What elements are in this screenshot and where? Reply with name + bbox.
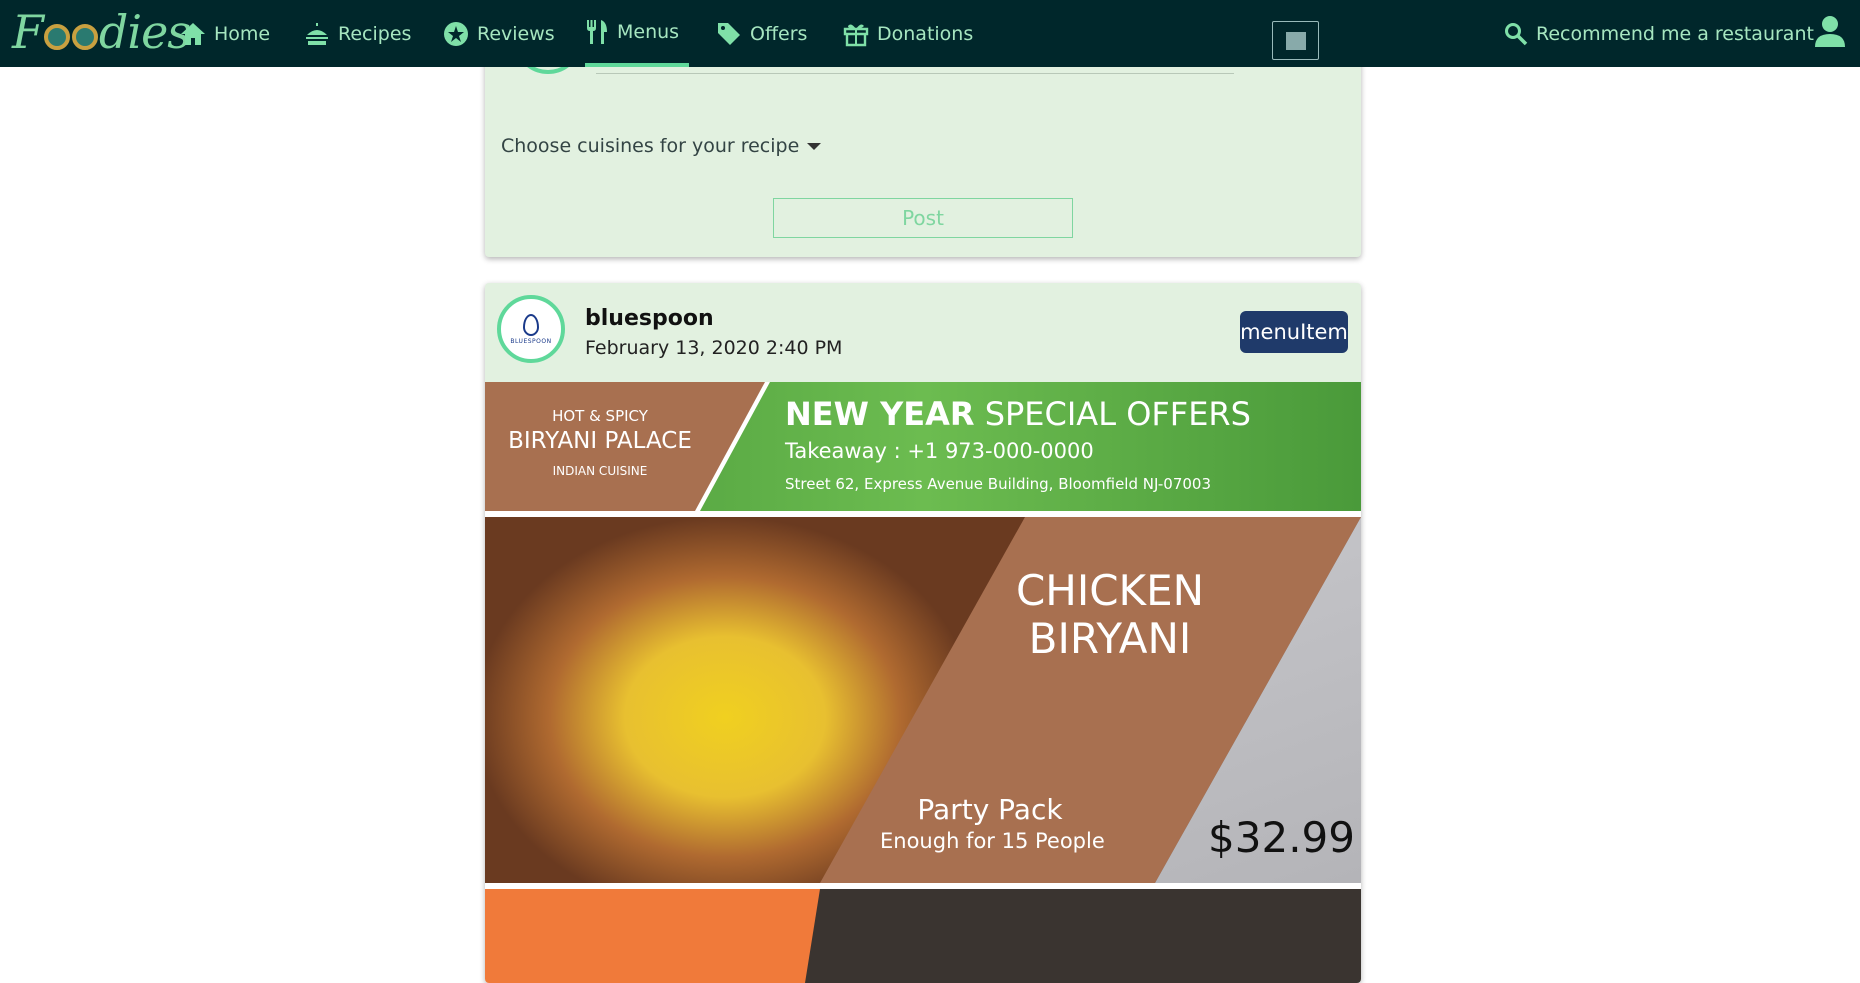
recommend-label: Recommend me a restaurant	[1536, 22, 1814, 45]
utensils-icon	[587, 19, 607, 44]
nav-offers[interactable]: Offers	[716, 0, 807, 67]
nav-reviews[interactable]: Reviews	[443, 0, 555, 67]
nav-offers-label: Offers	[750, 22, 808, 45]
top-navbar: Fdies Home Recipes Reviews Menus Offers …	[0, 0, 1860, 67]
menu-headline-rest: SPECIAL OFFERS	[974, 395, 1251, 433]
menu-item-tag[interactable]: menuItem	[1240, 311, 1348, 353]
dish-name-line1: CHICKEN	[1015, 566, 1205, 615]
avatar[interactable]: BLUESPOON	[497, 295, 565, 363]
post-button[interactable]: Post	[773, 198, 1073, 238]
menu-hot-spicy: HOT & SPICY	[552, 407, 648, 425]
caret-down-icon	[807, 142, 822, 150]
menu-banner: HOT & SPICY BIRYANI PALACE INDIAN CUISIN…	[485, 382, 1361, 511]
dish-price: $32.99	[1208, 813, 1355, 862]
user-account-button[interactable]	[1813, 14, 1847, 52]
post-username[interactable]: bluespoon	[585, 306, 714, 331]
nav-donations-label: Donations	[877, 22, 974, 45]
user-icon	[1815, 16, 1845, 47]
foodies-logo[interactable]: Fdies	[12, 4, 191, 60]
bluespoon-logo-icon	[523, 313, 539, 336]
nav-recipes[interactable]: Recipes	[304, 0, 411, 67]
post-timestamp: February 13, 2020 2:40 PM	[585, 337, 843, 359]
nav-home-label: Home	[214, 22, 271, 45]
star-icon	[444, 21, 468, 46]
next-menu-section	[485, 889, 1361, 983]
menu-takeaway-phone: Takeaway : +1 973-000-0000	[785, 439, 1094, 463]
nav-reviews-label: Reviews	[477, 22, 555, 45]
menu-address: Street 62, Express Avenue Building, Bloo…	[785, 475, 1211, 493]
menu-headline-bold: NEW YEAR	[785, 395, 975, 433]
tag-icon	[718, 22, 740, 45]
nav-donations[interactable]: Donations	[843, 0, 973, 67]
nav-menus[interactable]: Menus	[585, 0, 690, 67]
menu-image[interactable]: HOT & SPICY BIRYANI PALACE INDIAN CUISIN…	[485, 382, 1361, 983]
recipes-icon	[306, 22, 328, 45]
avatar-brand: BLUESPOON	[510, 337, 552, 345]
menu-restaurant-name: BIRYANI PALACE	[508, 428, 692, 454]
dish-name: CHICKEN BIRYANI	[1010, 567, 1210, 663]
compose-text-underline[interactable]	[596, 73, 1234, 74]
cuisine-dropdown-label: Choose cuisines for your recipe	[501, 135, 800, 157]
menu-post-card: BLUESPOON bluespoon February 13, 2020 2:…	[485, 283, 1361, 983]
nav-home[interactable]: Home	[180, 0, 270, 67]
dish-pack: Party Pack	[917, 793, 1063, 826]
recommend-restaurant-link[interactable]: Recommend me a restaurant	[1504, 0, 1814, 67]
dish-name-line2: BIRYANI	[1028, 614, 1192, 663]
nav-menus-label: Menus	[617, 20, 680, 43]
nav-recipes-label: Recipes	[338, 22, 412, 45]
dish-serves: Enough for 15 People	[880, 829, 1105, 853]
search-icon	[1505, 22, 1528, 45]
compose-card: Choose cuisines for your recipe Post	[485, 28, 1361, 257]
menu-hero: CHICKEN BIRYANI Party Pack Enough for 15…	[485, 517, 1361, 883]
image-button[interactable]	[1272, 21, 1319, 60]
menu-cuisine: INDIAN CUISINE	[552, 464, 648, 478]
home-icon	[181, 22, 205, 45]
gift-icon	[843, 24, 869, 46]
image-icon	[1285, 31, 1306, 50]
menu-headline: NEW YEAR SPECIAL OFFERS	[785, 395, 1251, 433]
cuisine-dropdown[interactable]: Choose cuisines for your recipe	[501, 135, 822, 157]
